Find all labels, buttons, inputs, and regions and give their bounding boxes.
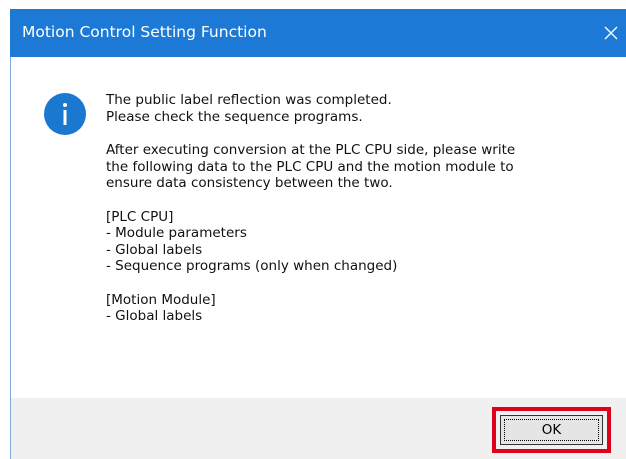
message-line: the following data to the PLC CPU and th… [106, 158, 514, 175]
message-line: - Global labels [106, 241, 203, 258]
message-paragraph: The public label reflection was complete… [106, 92, 606, 125]
message-line: - Module parameters [106, 225, 247, 241]
message-line: [Motion Module] [106, 291, 216, 308]
message-line: [PLC CPU] [106, 208, 174, 225]
message-line: The public label reflection was complete… [106, 92, 392, 108]
message-paragraph: [PLC CPU] - Module parameters - Global l… [106, 209, 606, 275]
message-dialog: Motion Control Setting Function The publ… [0, 0, 626, 459]
message-line: - Sequence programs (only when changed) [106, 258, 398, 274]
message-line: ensure data consistency between the two. [106, 175, 393, 191]
title-bar[interactable]: Motion Control Setting Function [10, 9, 626, 57]
ok-button-label: OK [541, 422, 562, 438]
message-line: Please check the sequence programs. [106, 108, 363, 125]
message-paragraph: [Motion Module] - Global labels [106, 292, 606, 325]
message-text: The public label reflection was complete… [106, 92, 606, 342]
window-title: Motion Control Setting Function [22, 23, 267, 41]
message-line: - Global labels [106, 308, 203, 324]
message-paragraph: After executing conversion at the PLC CP… [106, 142, 606, 192]
close-icon[interactable] [596, 15, 626, 51]
ok-button[interactable]: OK [500, 415, 603, 445]
message-line: After executing conversion at the PLC CP… [106, 142, 516, 158]
info-icon [43, 92, 87, 136]
